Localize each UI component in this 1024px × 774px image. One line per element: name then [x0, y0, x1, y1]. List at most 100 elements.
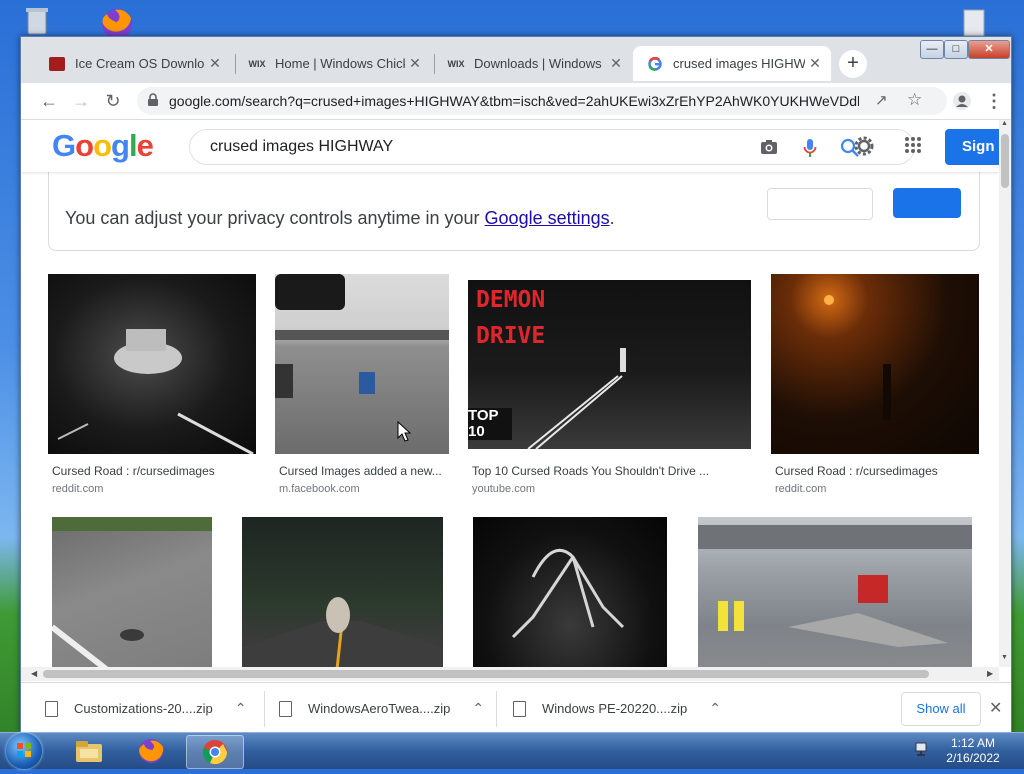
result-caption[interactable]: Cursed Road : r/cursedimages [775, 464, 938, 478]
result-caption[interactable]: Cursed Road : r/cursedimages [52, 464, 215, 478]
download-filename: Customizations-20....zip [74, 701, 213, 716]
close-tab-icon[interactable]: ✕ [805, 55, 825, 72]
image-result[interactable]: Cursed Images added a new... m.facebook.… [275, 274, 449, 504]
image-result[interactable] [473, 517, 667, 667]
google-favicon [647, 56, 663, 71]
image-result[interactable]: DEMON DRIVE TOP 10 Top 10 Cursed Roads Y… [468, 280, 751, 504]
browser-toolbar: ← → ↻ google.com/search?q=crused+images+… [21, 83, 1011, 120]
recycle-bin-icon[interactable] [20, 6, 54, 36]
chevron-up-icon[interactable]: ⌃ [472, 700, 484, 717]
file-icon [279, 700, 292, 717]
download-item[interactable]: WindowsAeroTwea....zip ⌃ [259, 683, 495, 733]
result-thumbnail[interactable] [48, 274, 256, 454]
download-item[interactable]: Customizations-20....zip ⌃ [25, 683, 263, 733]
minimize-button[interactable]: — [920, 40, 944, 59]
horizontal-scrollbar[interactable]: ◀ ▶ [21, 667, 999, 681]
learn-more-button[interactable] [767, 188, 873, 220]
chevron-up-icon[interactable]: ⌃ [235, 700, 247, 717]
privacy-message: You can adjust your privacy controls any… [65, 208, 615, 228]
result-thumbnail[interactable] [275, 274, 449, 454]
search-box[interactable]: crused images HIGHWAY [189, 129, 915, 165]
scroll-left-arrow[interactable]: ◀ [31, 669, 37, 678]
show-all-button[interactable]: Show all [901, 692, 981, 726]
voice-search-icon[interactable] [803, 136, 817, 163]
chevron-up-icon[interactable]: ⌃ [709, 700, 721, 717]
scroll-right-arrow[interactable]: ▶ [987, 669, 993, 678]
file-icon [513, 700, 526, 717]
tab-strip: Ice Cream OS Download ✕ WIX Home | Windo… [21, 37, 1011, 83]
back-icon[interactable]: ← [37, 89, 61, 113]
scroll-up-arrow[interactable]: ▲ [1001, 120, 1008, 127]
system-clock[interactable]: 1:12 AM 2/16/2022 [938, 736, 1008, 766]
maximize-button[interactable]: □ [944, 40, 968, 59]
sign-in-button[interactable]: Sign i [945, 129, 999, 165]
apps-grid-icon[interactable] [904, 136, 922, 159]
google-settings-link[interactable]: Google settings [485, 208, 610, 228]
new-tab-button[interactable]: + [839, 50, 867, 78]
start-button[interactable] [6, 733, 42, 769]
address-bar[interactable]: google.com/search?q=crused+images+HIGHWA… [137, 87, 947, 115]
vertical-scrollbar[interactable]: ▲ ▼ [999, 120, 1011, 667]
file-explorer-taskbar-icon[interactable] [64, 735, 114, 767]
result-thumbnail[interactable] [771, 274, 979, 454]
page-content: Google crused images HIGHWAY Sign i You … [21, 120, 999, 667]
camera-search-icon[interactable] [760, 136, 778, 160]
tab-title: Home | Windows Chicken [275, 56, 405, 71]
network-tray-icon[interactable] [915, 741, 931, 762]
image-result[interactable]: Cursed Road : r/cursedimages reddit.com [48, 274, 256, 504]
close-downloads-icon[interactable]: ✕ [989, 698, 1002, 718]
result-thumbnail[interactable]: DEMON DRIVE TOP 10 [468, 280, 751, 449]
lock-icon [147, 93, 159, 110]
result-thumbnail[interactable] [698, 517, 972, 667]
share-icon[interactable]: ↗ [875, 91, 888, 109]
done-button[interactable] [893, 188, 961, 218]
chrome-taskbar-icon[interactable] [186, 735, 244, 769]
settings-gear-icon[interactable] [852, 134, 876, 163]
tab-home-windows-chicken[interactable]: WIX Home | Windows Chicken ✕ [235, 46, 431, 81]
close-tab-icon[interactable]: ✕ [606, 55, 626, 72]
result-thumbnail[interactable] [52, 517, 212, 667]
mouse-cursor [397, 420, 412, 448]
image-result[interactable] [242, 517, 443, 667]
result-source[interactable]: reddit.com [775, 483, 826, 495]
file-icon [45, 700, 58, 717]
result-source[interactable]: reddit.com [52, 483, 103, 495]
close-window-button[interactable]: ✕ [968, 40, 1010, 59]
address-url: google.com/search?q=crused+images+HIGHWA… [169, 93, 859, 109]
bookmark-star-icon[interactable]: ☆ [907, 90, 922, 110]
browser-window: Ice Cream OS Download ✕ WIX Home | Windo… [20, 36, 1012, 734]
result-thumbnail[interactable] [242, 517, 443, 667]
tab-downloads-windows-chicken[interactable]: WIX Downloads | Windows Ch ✕ [434, 46, 632, 81]
image-result[interactable] [52, 517, 212, 667]
result-thumbnail[interactable] [473, 517, 667, 667]
result-caption[interactable]: Cursed Images added a new... [279, 464, 442, 478]
scroll-down-arrow[interactable]: ▼ [1001, 654, 1008, 661]
document-desktop-icon[interactable] [956, 8, 990, 38]
firefox-taskbar-icon[interactable] [126, 735, 176, 767]
browser-menu-icon[interactable]: ⋮ [982, 89, 1006, 113]
forward-icon[interactable]: → [69, 89, 93, 113]
firefox-desktop-icon[interactable] [95, 4, 132, 39]
search-query[interactable]: crused images HIGHWAY [210, 138, 393, 156]
download-item[interactable]: Windows PE-20220....zip ⌃ [493, 683, 729, 733]
google-logo[interactable]: Google [52, 128, 154, 164]
scrollbar-thumb[interactable] [1001, 134, 1009, 188]
result-source[interactable]: youtube.com [472, 483, 535, 495]
result-caption[interactable]: Top 10 Cursed Roads You Shouldn't Drive … [472, 464, 709, 478]
profile-avatar-icon[interactable] [950, 89, 974, 113]
downloads-bar: Customizations-20....zip ⌃ WindowsAeroTw… [21, 682, 1011, 733]
image-result[interactable] [698, 517, 972, 667]
tab-title: Ice Cream OS Download [75, 56, 205, 71]
close-tab-icon[interactable]: ✕ [205, 55, 225, 72]
tab-ice-cream-os[interactable]: Ice Cream OS Download ✕ [35, 46, 231, 81]
ice-cream-os-favicon [49, 56, 65, 71]
tab-google-search[interactable]: crused images HIGHWAY ✕ [633, 46, 831, 81]
reload-icon[interactable]: ↻ [101, 89, 125, 113]
scrollbar-thumb[interactable] [43, 670, 929, 678]
google-header: Google crused images HIGHWAY Sign i [21, 120, 999, 172]
image-result[interactable]: Cursed Road : r/cursedimages reddit.com [771, 274, 979, 504]
result-source[interactable]: m.facebook.com [279, 483, 360, 495]
tab-title: crused images HIGHWAY [673, 56, 805, 71]
wix-favicon: WIX [447, 58, 465, 69]
close-tab-icon[interactable]: ✕ [405, 55, 425, 72]
